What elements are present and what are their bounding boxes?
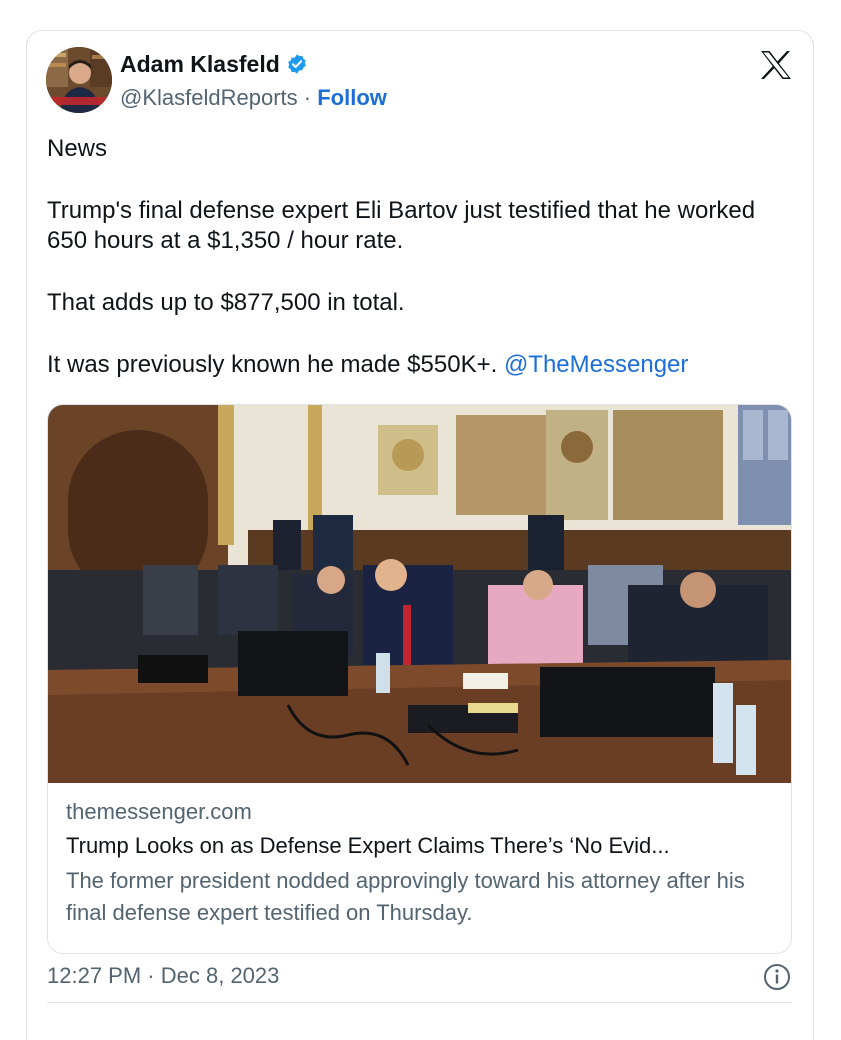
timestamp-date: Dec 8, 2023	[160, 963, 280, 988]
tweet-line: News	[47, 135, 108, 162]
verified-badge-icon	[286, 53, 308, 75]
link-description: The former president nodded approvingly …	[66, 868, 745, 925]
info-icon[interactable]	[763, 963, 791, 991]
link-domain: themessenger.com	[66, 799, 252, 824]
courtroom-photo	[48, 405, 791, 783]
handle-row: @KlasfeldReports · Follow	[120, 85, 387, 111]
timestamp-time: 12:27 PM	[47, 963, 142, 988]
author-name-row[interactable]: Adam Klasfeld	[120, 50, 308, 78]
avatar[interactable]	[46, 47, 112, 113]
follow-button[interactable]: Follow	[317, 85, 387, 110]
tweet-text: News Trump's final defense expert Eli Ba…	[47, 134, 787, 380]
author-name[interactable]: Adam Klasfeld	[120, 51, 280, 78]
link-meta: themessenger.com Trump Looks on as Defen…	[66, 799, 781, 929]
tweet-line: That adds up to $877,500 in total.	[47, 289, 405, 316]
link-headline[interactable]: Trump Looks on as Defense Expert Claims …	[66, 833, 781, 859]
tweet-line: It was previously known he made $550K+. …	[47, 350, 787, 380]
divider	[47, 1002, 792, 1003]
timestamp-separator: ·	[147, 963, 155, 988]
timestamp[interactable]: 12:27 PM · Dec 8, 2023	[47, 963, 279, 989]
tweet-line-text: It was previously known he made $550K+.	[47, 351, 498, 378]
tweet-line: Trump's final defense expert Eli Bartov …	[47, 197, 756, 254]
mention-link[interactable]: @TheMessenger	[504, 351, 688, 378]
link-card[interactable]: themessenger.com Trump Looks on as Defen…	[47, 404, 792, 954]
handle-separator: ·	[303, 85, 312, 110]
author-handle[interactable]: @KlasfeldReports	[120, 85, 298, 110]
x-logo-icon[interactable]	[760, 50, 792, 80]
